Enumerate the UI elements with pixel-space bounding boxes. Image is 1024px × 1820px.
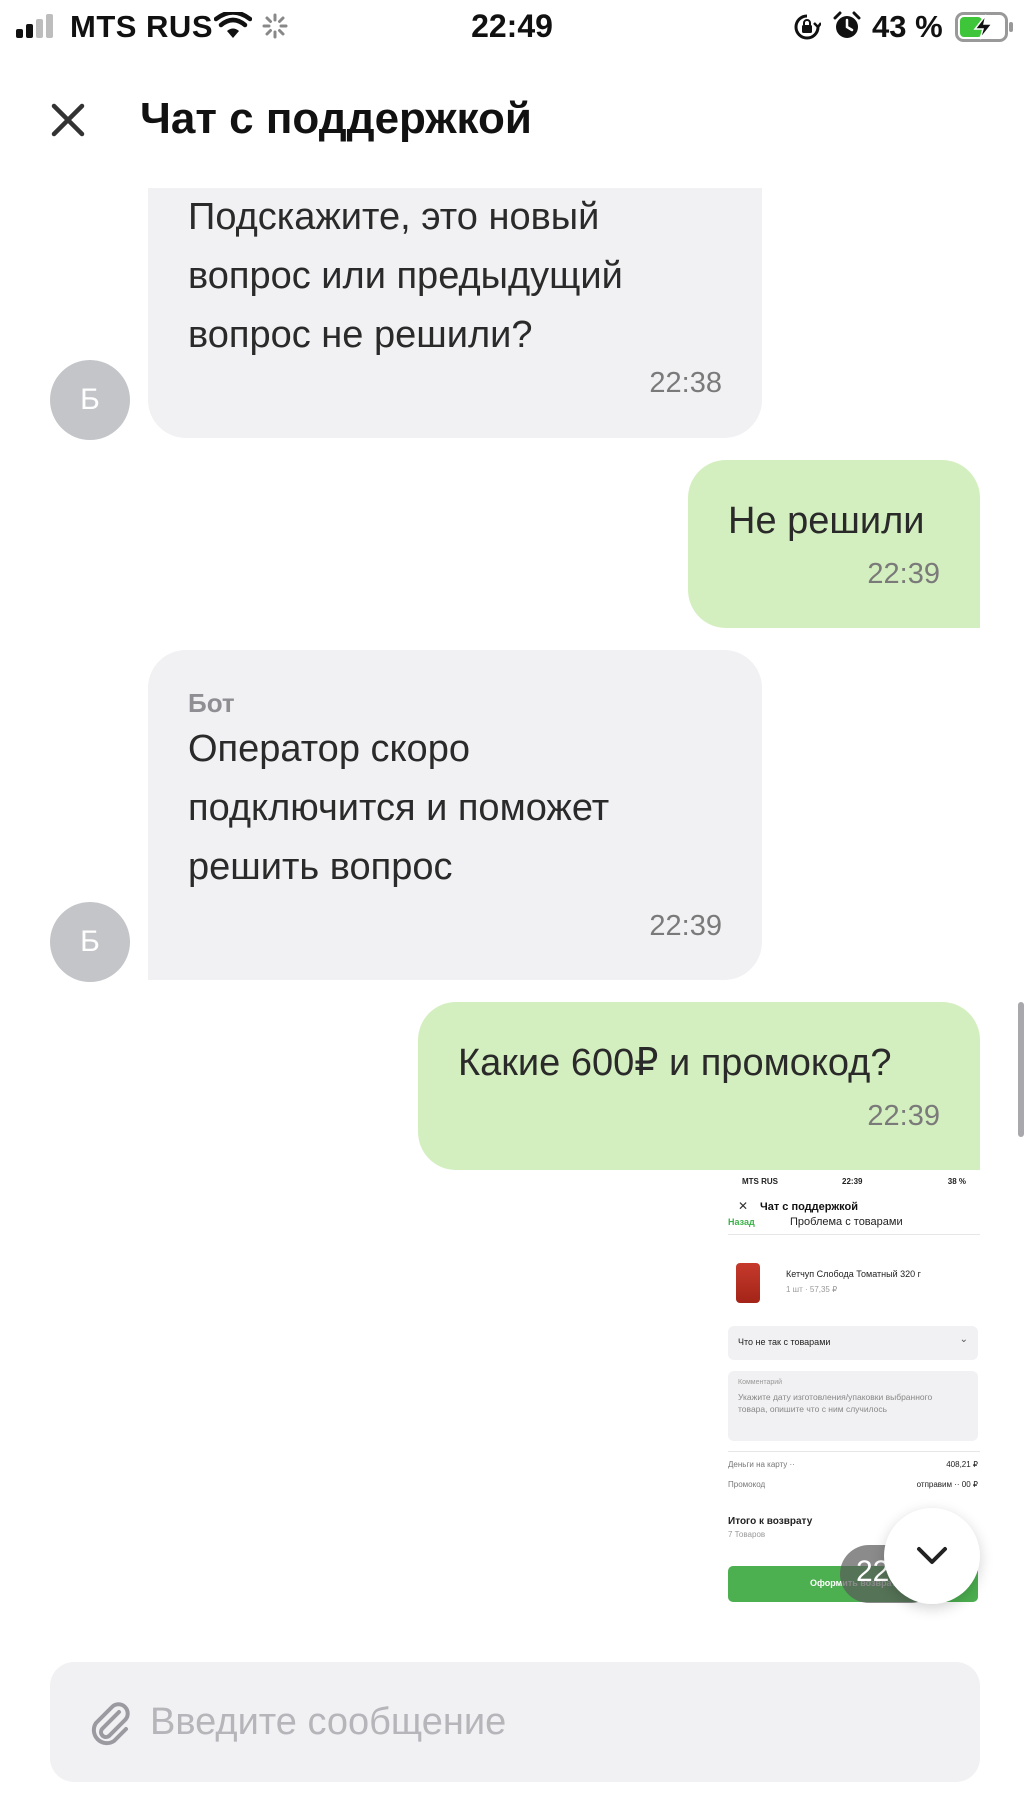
money-value: 408,21 ₽ (946, 1460, 978, 1469)
message-bubble-incoming[interactable]: Бот Оператор скоро подключится и поможет… (148, 650, 762, 980)
attachment-title: Чат с поддержкой (760, 1201, 858, 1213)
promo-label: Промокод (728, 1480, 766, 1489)
status-bar: MTS RUS 22:49 43 % (0, 0, 1024, 52)
promo-value: отправим ·· 00 ₽ (916, 1480, 978, 1489)
product-image (736, 1263, 760, 1303)
divider (728, 1234, 980, 1235)
total-label: Итого к возврату (728, 1516, 813, 1527)
clock: 22:49 (471, 8, 553, 44)
scroll-to-bottom-button[interactable] (884, 1508, 980, 1604)
battery-charging-icon (955, 12, 1013, 42)
page-title: Чат с поддержкой (140, 94, 532, 143)
scrollbar[interactable] (1018, 1002, 1024, 1137)
message-sender: Бот (188, 688, 235, 718)
battery-percent: 43 % (872, 9, 943, 44)
avatar: Б (50, 360, 130, 440)
attachment-select: Что не так с товарами ⌄ (728, 1326, 978, 1360)
message-bubble-outgoing[interactable]: Не решили 22:39 (688, 460, 980, 628)
message-composer (50, 1662, 980, 1782)
message-text: Не решили (728, 500, 925, 542)
chevron-down-icon (917, 1547, 947, 1564)
message-time: 22:39 (649, 910, 722, 942)
avatar: Б (50, 902, 130, 982)
chevron-down-icon: ⌄ (959, 1334, 968, 1345)
attachment-close-icon: ✕ (738, 1199, 749, 1213)
message-text: Какие 600₽ и промокод? (458, 1042, 892, 1084)
message-time: 22:39 (867, 1100, 940, 1132)
total-sub: 7 Товаров (728, 1530, 766, 1539)
attachment-comment-field: Комментарий Укажите дату изготовления/уп… (728, 1371, 978, 1441)
close-icon (51, 103, 85, 137)
divider (728, 1451, 980, 1452)
product-name: Кетчуп Слобода Томатный 320 г (786, 1269, 921, 1279)
message-bubble-incoming[interactable]: Подскажите, это новый вопрос или предыду… (148, 188, 762, 438)
message-text: Оператор скоро подключится и поможет реш… (188, 728, 610, 888)
message-time: 22:39 (867, 558, 940, 590)
attachment-subtitle: Проблема с товарами (790, 1216, 903, 1228)
message-text: Подскажите, это новый вопрос или предыду… (188, 196, 623, 356)
paperclip-icon (91, 1702, 130, 1746)
product-meta: 1 шт · 57,35 ₽ (786, 1285, 838, 1294)
attachment-status-bar: MTS RUS 22:39 38 % (742, 1177, 966, 1186)
orientation-lock-icon (794, 14, 821, 40)
chat-messages[interactable]: Подскажите, это новый вопрос или предыду… (0, 188, 1024, 1628)
header: Чат с поддержкой (0, 70, 1024, 170)
money-label: Деньги на карту ·· (728, 1460, 795, 1469)
attachment-back-link: Назад (728, 1217, 755, 1227)
alarm-icon (833, 11, 861, 38)
attach-button[interactable] (86, 1698, 136, 1748)
close-button[interactable] (40, 92, 96, 148)
message-input[interactable] (150, 1682, 950, 1762)
message-bubble-outgoing[interactable]: Какие 600₽ и промокод? 22:39 (418, 1002, 980, 1170)
message-time: 22:38 (649, 367, 722, 399)
